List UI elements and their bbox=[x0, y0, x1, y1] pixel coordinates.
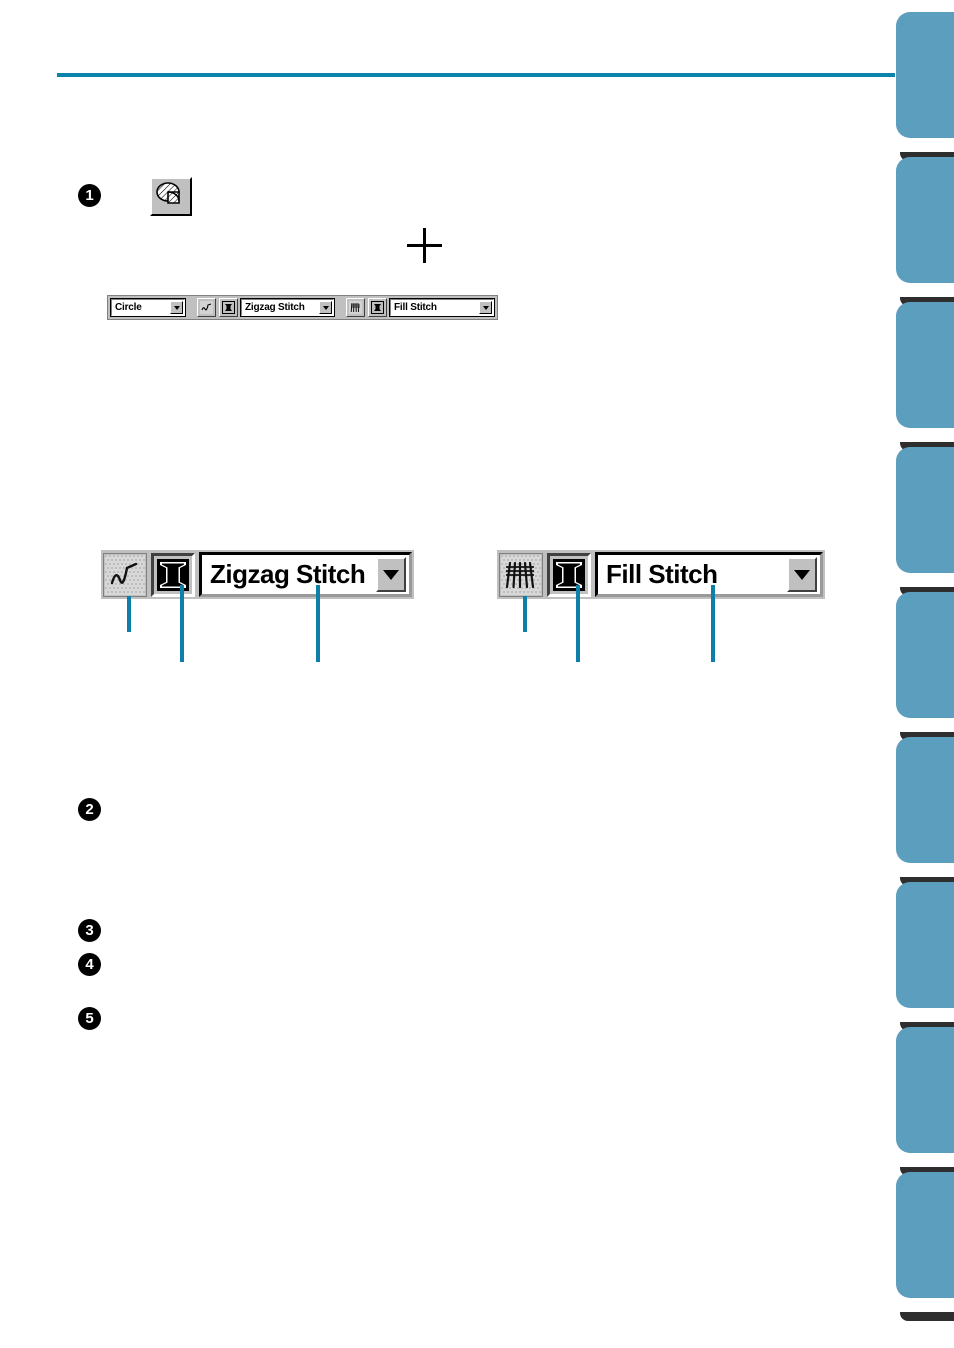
leader-line-stitch-type-region bbox=[711, 585, 715, 662]
detail-line-thread-color-button[interactable] bbox=[151, 552, 195, 597]
leader-line-stitch-type bbox=[316, 585, 320, 662]
arc-fan-shape-tool-button[interactable] bbox=[150, 177, 192, 216]
shape-select-chevron-down-icon[interactable] bbox=[170, 301, 183, 314]
wavy-line-icon bbox=[200, 301, 213, 314]
detail-region-sew-toggle-button[interactable] bbox=[499, 552, 543, 597]
toolbar-separator bbox=[188, 307, 194, 308]
detail-line-stitch-select-value: Zigzag Stitch bbox=[210, 559, 366, 589]
line-stitch-chevron-down-icon[interactable] bbox=[319, 301, 332, 314]
region-stitch-chevron-down-icon[interactable] bbox=[479, 301, 492, 314]
detail-line-stitch-chevron-down-icon[interactable] bbox=[376, 557, 406, 592]
detail-row-line: Zigzag Stitch bbox=[101, 550, 414, 599]
step-bullet-2: 2 bbox=[78, 798, 101, 821]
sidebar-tab-3[interactable] bbox=[896, 302, 954, 428]
fill-stitch-icon bbox=[501, 554, 541, 595]
header-rule bbox=[57, 73, 895, 77]
detail-line-stitch-select[interactable]: Zigzag Stitch bbox=[199, 552, 412, 597]
shape-select-value: Circle bbox=[115, 302, 142, 313]
step-bullet-4: 4 bbox=[78, 953, 101, 976]
thread-spool-icon bbox=[157, 558, 189, 591]
line-thread-color-button[interactable] bbox=[219, 298, 238, 317]
leader-line-sewing-attribute-region bbox=[523, 596, 527, 632]
arc-fan-shape-icon bbox=[156, 182, 180, 204]
thread-spool-icon bbox=[222, 301, 235, 314]
sewing-attributes-toolbar[interactable]: Circle Zigzag Stitch Fill Stitch bbox=[107, 295, 498, 320]
region-stitch-select-value: Fill Stitch bbox=[394, 302, 437, 313]
sidebar-tab-8[interactable] bbox=[896, 1027, 954, 1153]
sidebar-tab-1[interactable] bbox=[896, 12, 954, 138]
detail-callout-line-attributes: Zigzag Stitch bbox=[101, 550, 414, 599]
sidebar-tab-2[interactable] bbox=[896, 157, 954, 283]
shape-select[interactable]: Circle bbox=[110, 298, 186, 317]
region-thread-color-button[interactable] bbox=[368, 298, 387, 317]
tab-shadow-9 bbox=[900, 1312, 954, 1321]
detail-region-thread-color-button[interactable] bbox=[547, 552, 591, 597]
crosshair-cursor-icon bbox=[407, 228, 442, 263]
step-bullet-3: 3 bbox=[78, 919, 101, 942]
document-page: 1 Circle Zigzag Stitch Fill Stitch Zigza… bbox=[0, 0, 954, 1348]
sidebar-tab-7[interactable] bbox=[896, 882, 954, 1008]
leader-line-sewing-attribute bbox=[127, 596, 131, 632]
leader-line-thread-color-region bbox=[576, 585, 580, 662]
toolbar-separator bbox=[337, 307, 343, 308]
sidebar-tab-4[interactable] bbox=[896, 447, 954, 573]
sidebar-tab-5[interactable] bbox=[896, 592, 954, 718]
crosshair-vertical bbox=[423, 228, 426, 263]
region-stitch-select[interactable]: Fill Stitch bbox=[389, 298, 495, 317]
detail-region-stitch-select[interactable]: Fill Stitch bbox=[595, 552, 823, 597]
detail-callout-region-attributes: Fill Stitch bbox=[497, 550, 825, 599]
line-stitch-select[interactable]: Zigzag Stitch bbox=[240, 298, 335, 317]
detail-region-stitch-select-value: Fill Stitch bbox=[606, 559, 718, 589]
line-sew-toggle-button[interactable] bbox=[197, 298, 216, 317]
step-bullet-5: 5 bbox=[78, 1007, 101, 1030]
region-sew-toggle-button[interactable] bbox=[346, 298, 365, 317]
leader-line-thread-color bbox=[180, 585, 184, 662]
line-stitch-select-value: Zigzag Stitch bbox=[245, 302, 305, 313]
step-bullet-1: 1 bbox=[78, 184, 101, 207]
fill-stitch-icon bbox=[349, 301, 362, 314]
thread-spool-icon bbox=[553, 558, 585, 591]
thread-spool-icon bbox=[371, 301, 384, 314]
sidebar-tab-9[interactable] bbox=[896, 1172, 954, 1298]
detail-region-stitch-chevron-down-icon[interactable] bbox=[787, 557, 817, 592]
detail-row-region: Fill Stitch bbox=[497, 550, 825, 599]
detail-line-sew-toggle-button[interactable] bbox=[103, 552, 147, 597]
chapter-tab-strip bbox=[894, 0, 954, 1348]
wavy-line-icon bbox=[105, 554, 145, 595]
sidebar-tab-6[interactable] bbox=[896, 737, 954, 863]
